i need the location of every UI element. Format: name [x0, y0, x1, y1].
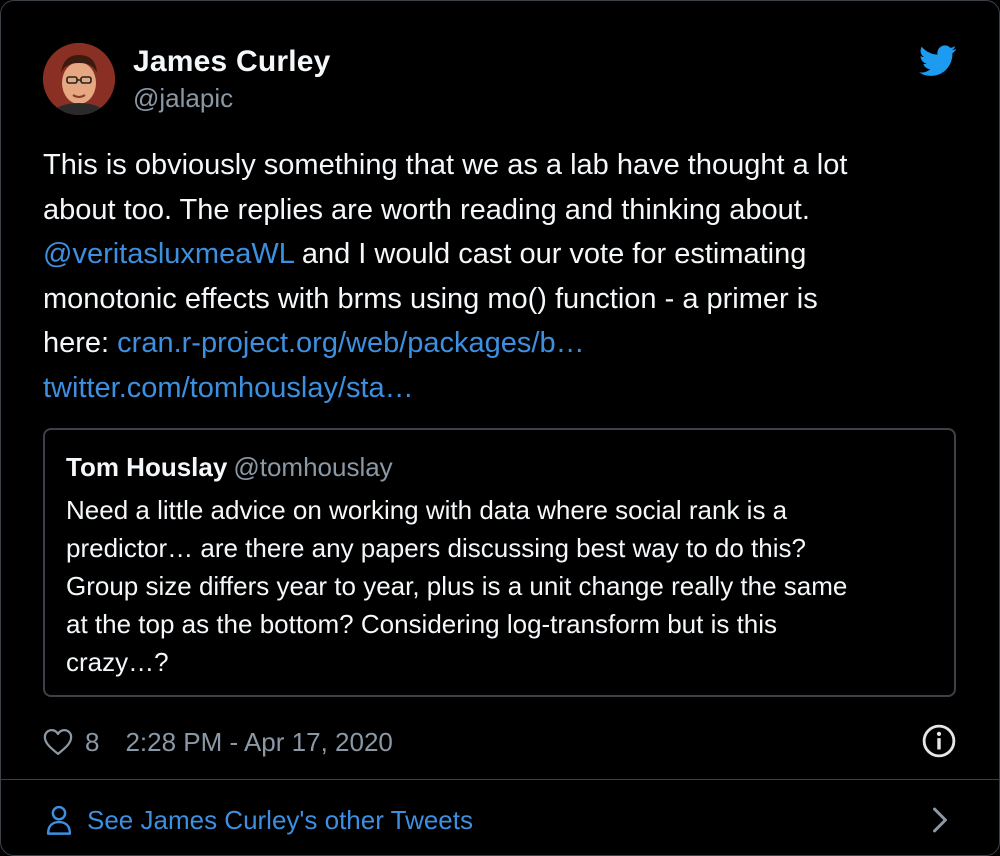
quoted-line: crazy…?: [66, 647, 169, 677]
chevron-right-icon[interactable]: [929, 805, 951, 835]
avatar-photo: [43, 43, 115, 115]
tweet-line: @veritasluxmeaWL and I would cast our vo…: [43, 232, 963, 277]
quoted-tweet-header: Tom Houslay @tomhouslay: [66, 452, 393, 483]
tweet-line: monotonic effects with brms using mo() f…: [43, 282, 818, 315]
twitter-bird-icon[interactable]: [919, 45, 957, 77]
tweet-line: This is obviously something that we as a…: [43, 149, 848, 181]
see-more-tweets-label: See James Curley's other Tweets: [87, 804, 473, 835]
tweet-line: twitter.com/tomhouslay/sta…: [43, 366, 963, 411]
timestamp[interactable]: 2:28 PM - Apr 17, 2020: [125, 727, 392, 758]
tweet-meta: 8 2:28 PM - Apr 17, 2020: [43, 723, 393, 761]
heart-icon[interactable]: [43, 728, 73, 756]
author-name[interactable]: James Curley: [133, 45, 331, 79]
like-count[interactable]: 8: [85, 727, 99, 758]
quoted-line: Need a little advice on working with dat…: [66, 495, 788, 525]
quoted-line: at the top as the bottom? Considering lo…: [66, 609, 778, 639]
info-icon[interactable]: [922, 724, 956, 758]
quoted-line: predictor… are there any papers discussi…: [66, 533, 806, 563]
tweet-text: This is obviously something that we as a…: [43, 143, 963, 410]
tweet-line: here: cran.r-project.org/web/packages/b…: [43, 321, 963, 366]
quoted-line: Group size differs year to year, plus is…: [66, 571, 848, 601]
tweet-line-prefix: here:: [43, 327, 118, 359]
author-handle[interactable]: @jalapic: [133, 83, 233, 114]
tweet-line: about too. The replies are worth reading…: [43, 193, 810, 226]
avatar[interactable]: [43, 43, 115, 115]
cran-link[interactable]: cran.r-project.org/web/packages/b…: [117, 327, 584, 359]
quoted-author-name: Tom Houslay: [66, 452, 228, 482]
person-icon: [46, 805, 72, 835]
tweet-card: James Curley @jalapic This is obviously …: [0, 0, 1000, 856]
quoted-tweet[interactable]: Tom Houslay @tomhouslay Need a little adv…: [43, 428, 956, 697]
quoted-tweet-link[interactable]: twitter.com/tomhouslay/sta…: [43, 372, 414, 404]
quoted-author-handle: @tomhouslay: [233, 452, 393, 482]
divider: [1, 779, 999, 780]
tweet-line-rest: and I would cast our vote for estimating: [293, 238, 807, 270]
see-more-tweets-link[interactable]: See James Curley's other Tweets: [45, 801, 473, 839]
mention-link[interactable]: @veritasluxmeaWL: [43, 238, 294, 270]
quoted-tweet-text: Need a little advice on working with dat…: [66, 491, 936, 681]
